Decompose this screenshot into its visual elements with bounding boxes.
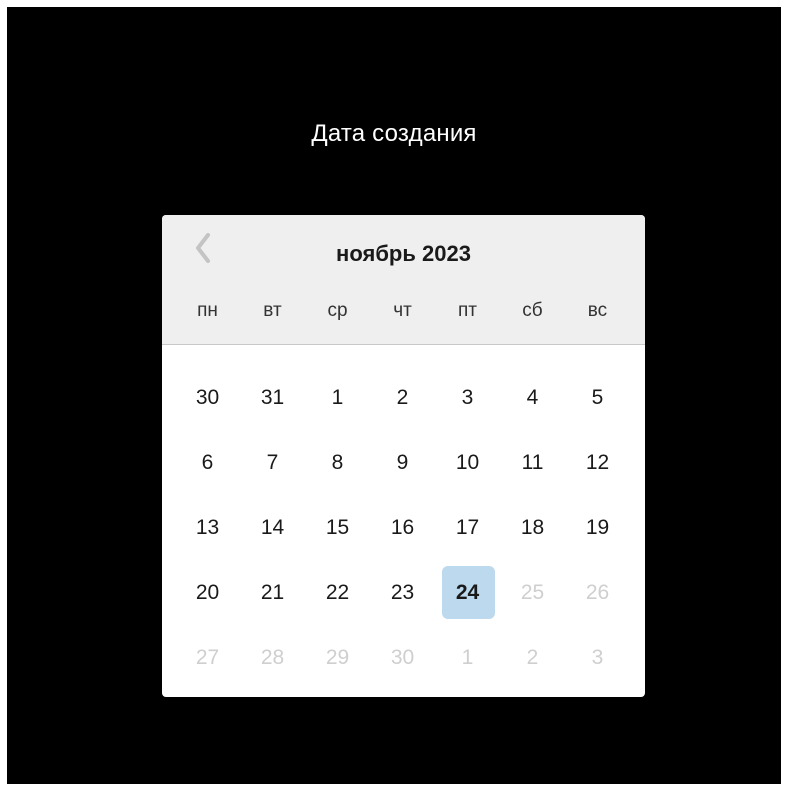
calendar-day-number: 1	[461, 645, 474, 669]
weekday-label: сб	[522, 300, 543, 321]
calendar-day-number: 14	[260, 515, 285, 539]
calendar-day[interactable]: 8	[305, 430, 370, 495]
calendar-day[interactable]: 10	[435, 430, 500, 495]
calendar-day[interactable]: 7	[240, 430, 305, 495]
weekday-label: вс	[587, 300, 608, 321]
calendar-day-number: 30	[195, 385, 220, 409]
calendar-day-number: 1	[331, 385, 344, 409]
calendar-day-number: 12	[585, 450, 610, 474]
calendar-header: ноябрь 2023 пн вт ср чт пт сб вс	[162, 215, 645, 345]
calendar-day-number: 20	[195, 580, 220, 604]
calendar-day-number: 28	[260, 645, 285, 669]
calendar-day-number: 30	[390, 645, 415, 669]
calendar-day-number: 5	[591, 385, 604, 409]
calendar-day-number: 18	[520, 515, 545, 539]
calendar-day[interactable]: 14	[240, 495, 305, 560]
page-title: Дата создания	[311, 120, 477, 147]
calendar-day-number: 8	[331, 450, 344, 474]
calendar-day-other-month[interactable]: 1	[435, 625, 500, 690]
calendar-day-number: 16	[390, 515, 415, 539]
calendar-day-number: 24	[455, 580, 480, 604]
calendar-day-number: 7	[266, 450, 279, 474]
calendar-day-number: 2	[396, 385, 409, 409]
calendar-day-number: 17	[455, 515, 480, 539]
calendar-day-other-month[interactable]: 25	[500, 560, 565, 625]
calendar-day[interactable]: 13	[175, 495, 240, 560]
calendar-day[interactable]: 17	[435, 495, 500, 560]
calendar-day[interactable]: 6	[175, 430, 240, 495]
calendar-day-number: 6	[201, 450, 214, 474]
calendar-day-number: 31	[260, 385, 285, 409]
calendar-day[interactable]: 18	[500, 495, 565, 560]
calendar-day-other-month[interactable]: 30	[370, 625, 435, 690]
calendar-day-number: 19	[585, 515, 610, 539]
calendar-day-other-month[interactable]: 29	[305, 625, 370, 690]
calendar-day[interactable]: 16	[370, 495, 435, 560]
calendar-day-number: 11	[521, 450, 544, 474]
calendar-week-row: 20 21 22 23 24 25 26	[175, 560, 630, 625]
calendar-day-number: 9	[396, 450, 409, 474]
calendar-day-number: 2	[526, 645, 539, 669]
calendar-week-row: 6 7 8 9 10 11 12	[175, 430, 630, 495]
calendar-day-grid: 30 31 1 2 3 4 5 6 7 8 9 10 11 12 13 14 15 16 17 18 19 20 21 22 2…	[175, 365, 630, 690]
calendar-day-number: 22	[325, 580, 350, 604]
calendar-day-number: 4	[526, 385, 539, 409]
weekday-label: чт	[393, 300, 412, 321]
calendar-day[interactable]: 20	[175, 560, 240, 625]
calendar-day-number: 3	[461, 385, 474, 409]
calendar-day-number: 10	[455, 450, 480, 474]
calendar-day[interactable]: 21	[240, 560, 305, 625]
calendar-day[interactable]: 22	[305, 560, 370, 625]
calendar-day[interactable]: 1	[305, 365, 370, 430]
calendar-day[interactable]: 11	[500, 430, 565, 495]
calendar-week-row: 30 31 1 2 3 4 5	[175, 365, 630, 430]
weekday-label: пн	[197, 300, 218, 321]
calendar-day-number: 27	[195, 645, 220, 669]
month-year-label: ноябрь 2023	[336, 241, 471, 266]
date-picker-calendar: ноябрь 2023 пн вт ср чт пт сб вс 30 31 1 2 3…	[162, 215, 645, 697]
weekday-header-row: пн вт ср чт пт сб вс	[175, 299, 630, 323]
dark-background: Дата создания ноябрь 2023 пн вт ср чт пт…	[7, 7, 781, 784]
calendar-day-selected[interactable]: 24	[435, 560, 500, 625]
calendar-day[interactable]: 5	[565, 365, 630, 430]
calendar-day-number: 25	[520, 580, 545, 604]
calendar-day[interactable]: 3	[435, 365, 500, 430]
calendar-day[interactable]: 30	[175, 365, 240, 430]
calendar-week-row: 13 14 15 16 17 18 19	[175, 495, 630, 560]
calendar-day[interactable]: 19	[565, 495, 630, 560]
calendar-day-number: 26	[585, 580, 610, 604]
calendar-day[interactable]: 2	[370, 365, 435, 430]
calendar-day-other-month[interactable]: 26	[565, 560, 630, 625]
calendar-day-number: 21	[260, 580, 285, 604]
calendar-day[interactable]: 9	[370, 430, 435, 495]
calendar-day[interactable]: 4	[500, 365, 565, 430]
calendar-day-number: 15	[325, 515, 350, 539]
calendar-day-other-month[interactable]: 3	[565, 625, 630, 690]
weekday-label: ср	[327, 300, 348, 321]
weekday-label: вт	[263, 300, 282, 321]
calendar-day-other-month[interactable]: 28	[240, 625, 305, 690]
calendar-day-other-month[interactable]: 27	[175, 625, 240, 690]
calendar-day[interactable]: 12	[565, 430, 630, 495]
calendar-day-number: 3	[591, 645, 604, 669]
calendar-day[interactable]: 31	[240, 365, 305, 430]
calendar-day-number: 13	[195, 515, 220, 539]
calendar-day[interactable]: 23	[370, 560, 435, 625]
weekday-label: пт	[458, 300, 477, 321]
calendar-day-number: 23	[390, 580, 415, 604]
calendar-day-other-month[interactable]: 2	[500, 625, 565, 690]
calendar-day[interactable]: 15	[305, 495, 370, 560]
calendar-day-number: 29	[325, 645, 350, 669]
calendar-week-row: 27 28 29 30 1 2 3	[175, 625, 630, 690]
